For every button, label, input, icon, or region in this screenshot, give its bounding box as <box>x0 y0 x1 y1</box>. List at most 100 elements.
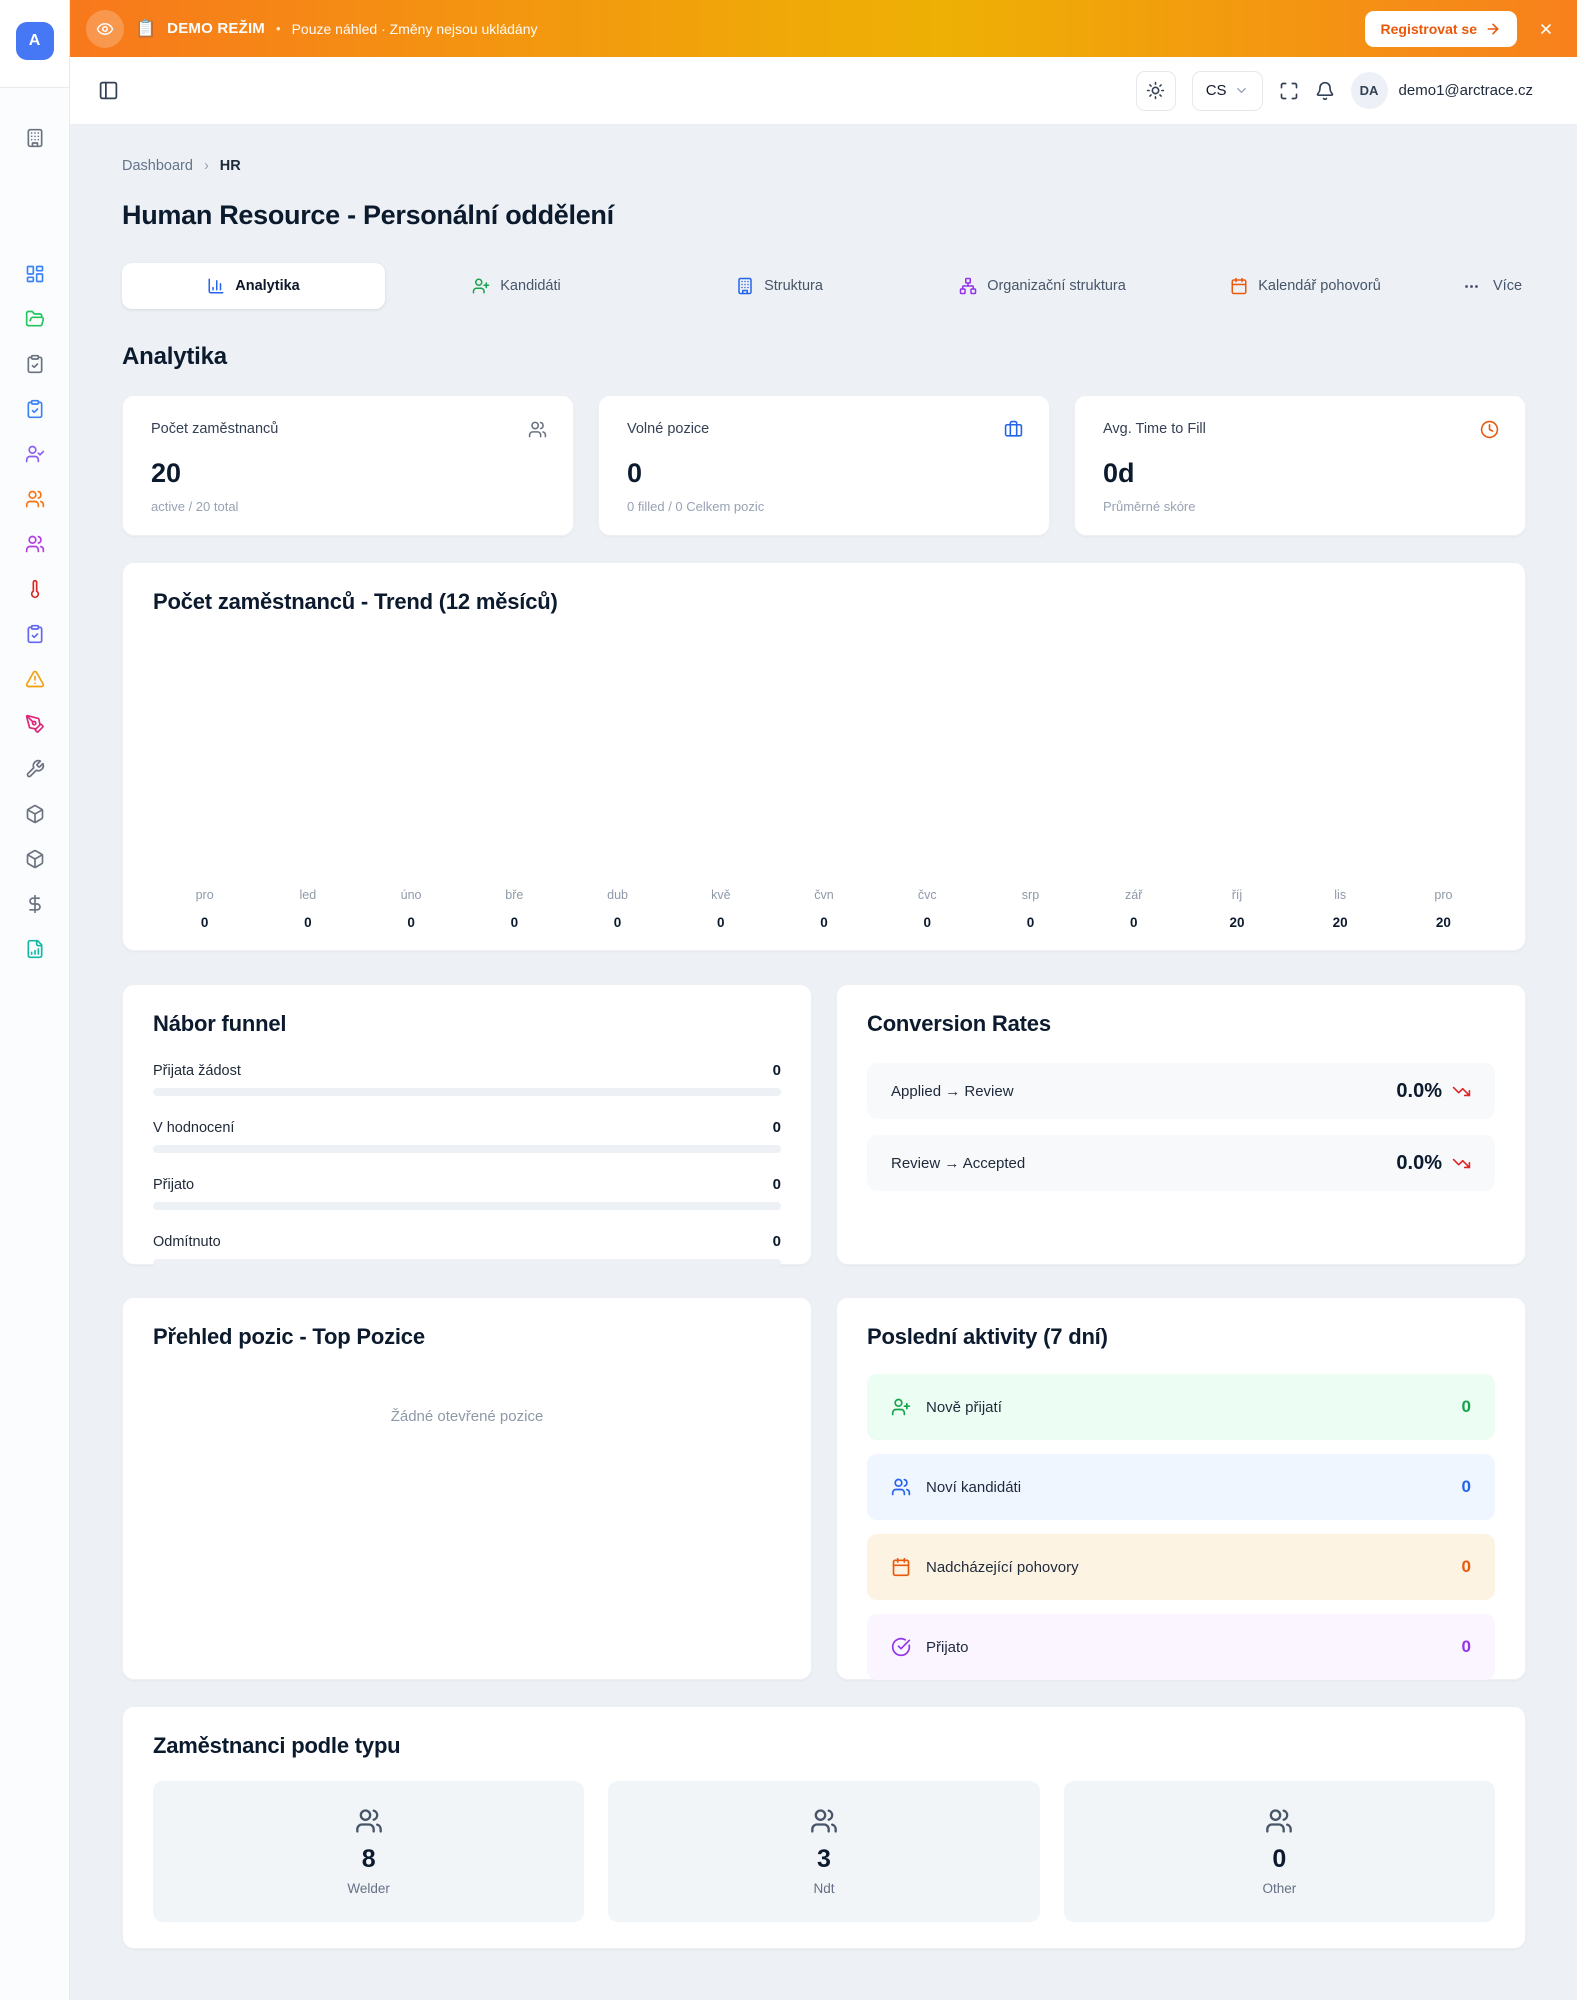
stat-title: Počet zaměstnanců <box>151 421 279 437</box>
clipboard-check-blue-icon[interactable] <box>25 399 45 419</box>
dashboard-grid-icon[interactable] <box>25 264 45 284</box>
tab-kandidati[interactable]: Kandidáti <box>385 263 648 309</box>
activity-row-new-candidates: Noví kandidáti 0 <box>867 1454 1495 1520</box>
conversion-rates-card: Conversion Rates Applied → Review 0.0% R… <box>836 984 1526 1265</box>
app-header: CS DA demo1@arctrace.cz <box>70 57 1577 125</box>
stat-card-open-positions: Volné pozice 0 0 filled / 0 Celkem pozic <box>598 395 1050 536</box>
tab-analytika[interactable]: Analytika <box>122 263 385 309</box>
stat-value: 20 <box>151 458 182 488</box>
tab-more[interactable]: Více <box>1437 263 1526 309</box>
users-icon <box>355 1807 383 1835</box>
thermometer-icon[interactable] <box>25 579 45 599</box>
employees-by-type-title: Zaměstnanci podle typu <box>153 1733 401 1758</box>
stat-value: 0 <box>627 458 643 488</box>
users-icon <box>891 1477 911 1497</box>
conversion-row: Review → Accepted 0.0% <box>867 1135 1495 1191</box>
users-icon <box>1265 1807 1293 1835</box>
user-plus-icon <box>473 278 490 294</box>
user-check-icon[interactable] <box>25 444 45 464</box>
clipboard-check-indigo-icon[interactable] <box>25 624 45 644</box>
demo-banner: 📋 DEMO REŽIM • Pouze náhled · Změny nejs… <box>70 0 1577 57</box>
breadcrumb-current: HR <box>219 158 241 174</box>
tab-bar: Analytika Kandidáti Struktura Organizačn… <box>122 263 1526 309</box>
users-orange-icon[interactable] <box>25 489 45 509</box>
activity-row-accepted: Přijato 0 <box>867 1614 1495 1680</box>
stat-card-time-to-fill: Avg. Time to Fill 0d Průměrné skóre <box>1074 395 1526 536</box>
conversion-title: Conversion Rates <box>867 1011 1051 1036</box>
app-logo[interactable]: A <box>15 22 54 60</box>
trending-down-icon <box>1452 1158 1471 1168</box>
sidebar-logo-area: A <box>0 0 69 88</box>
funnel-row: V hodnocení 0 <box>153 1119 781 1153</box>
breadcrumb-dashboard[interactable]: Dashboard <box>122 158 193 174</box>
banner-close-icon[interactable] <box>1538 21 1554 37</box>
trend-chart-card: Počet zaměstnanců - Trend (12 měsíců) pr… <box>122 562 1526 951</box>
wrench-icon[interactable] <box>25 759 45 779</box>
stat-card-employees: Počet zaměstnanců 20 active / 20 total <box>122 395 574 536</box>
ellipsis-icon <box>1465 284 1478 288</box>
funnel-card: Nábor funnel Přijata žádost 0 V hodnocení… <box>122 984 812 1267</box>
clipboard-check-gray-icon[interactable] <box>25 354 45 374</box>
chart-x-axis: pro led úno bře dub kvě čvn čvc srp zář … <box>195 888 1453 902</box>
sun-icon <box>1146 81 1165 100</box>
dollar-icon[interactable] <box>25 894 45 914</box>
funnel-title: Nábor funnel <box>153 1011 287 1036</box>
user-menu[interactable]: DA demo1@arctrace.cz <box>1350 72 1533 109</box>
tab-kalendar-pohovoru[interactable]: Kalendář pohovorů <box>1174 263 1437 309</box>
building-icon <box>738 277 752 295</box>
language-selector[interactable]: CS <box>1191 70 1263 111</box>
arrow-right-icon <box>1487 23 1499 34</box>
progress-bar <box>153 1202 781 1210</box>
conversion-row: Applied → Review 0.0% <box>867 1063 1495 1119</box>
pen-tool-icon[interactable] <box>25 714 45 734</box>
eye-icon <box>86 9 124 48</box>
section-heading: Analytika <box>122 343 227 370</box>
trending-down-icon <box>1452 1086 1471 1096</box>
chart-title: Počet zaměstnanců - Trend (12 měsíců) <box>153 589 558 614</box>
users-icon <box>528 420 547 439</box>
stat-caption: active / 20 total <box>151 499 239 514</box>
bar-chart-icon <box>208 278 224 294</box>
progress-bar <box>153 1259 781 1267</box>
avatar: DA <box>1350 72 1388 109</box>
theme-toggle-button[interactable] <box>1135 70 1176 111</box>
folder-open-icon[interactable] <box>25 309 45 329</box>
box-icon[interactable] <box>25 849 45 869</box>
top-positions-card: Přehled pozic - Top Pozice Žádné otevřen… <box>122 1297 812 1680</box>
employee-type-tile-other: 0 Other <box>1063 1781 1495 1922</box>
stat-cards: Počet zaměstnanců 20 active / 20 total V… <box>122 395 1526 536</box>
employee-type-tile-welder: 8 Welder <box>153 1781 585 1922</box>
chevron-down-icon <box>1236 88 1246 93</box>
sidebar: A <box>0 0 70 2000</box>
sidebar-toggle-icon[interactable] <box>98 80 119 101</box>
chart-value-labels: 0 0 0 0 0 0 0 0 0 0 20 20 20 <box>200 915 1451 930</box>
stat-title: Avg. Time to Fill <box>1103 421 1206 437</box>
tab-organizacni-struktura[interactable]: Organizační struktura <box>911 263 1174 309</box>
register-button[interactable]: Registrovat se <box>1364 10 1517 47</box>
calendar-icon <box>1231 277 1247 295</box>
users-purple-icon[interactable] <box>25 534 45 554</box>
clock-icon <box>1480 420 1499 439</box>
breadcrumb: Dashboard › HR <box>122 158 1526 174</box>
tab-struktura[interactable]: Struktura <box>648 263 911 309</box>
clipboard-emoji: 📋 <box>135 18 157 38</box>
employee-type-tiles: 8 Welder 3 Ndt 0 Other <box>153 1781 1495 1922</box>
fullscreen-icon[interactable] <box>1279 81 1299 101</box>
stat-caption: 0 filled / 0 Celkem pozic <box>627 499 765 514</box>
file-chart-icon[interactable] <box>25 939 45 959</box>
notifications-bell-icon[interactable] <box>1315 81 1335 101</box>
positions-empty-state: Žádné otevřené pozice <box>390 1408 544 1425</box>
user-plus-icon <box>891 1397 911 1417</box>
banner-subtitle: Pouze náhled · Změny nejsou ukládány <box>291 20 538 37</box>
activity-row-upcoming-interviews: Nadcházející pohovory 0 <box>867 1534 1495 1600</box>
box-icon[interactable] <box>25 804 45 824</box>
funnel-row: Odmítnuto 0 <box>153 1233 781 1267</box>
recent-activities-card: Poslední aktivity (7 dní) Nově přijatí 0… <box>836 1297 1526 1680</box>
positions-title: Přehled pozic - Top Pozice <box>153 1324 425 1349</box>
organization-icon[interactable] <box>0 128 69 148</box>
warning-triangle-icon[interactable] <box>25 669 45 689</box>
org-chart-icon <box>959 277 977 295</box>
stat-value: 0d <box>1103 458 1135 488</box>
activities-title: Poslední aktivity (7 dní) <box>867 1324 1108 1349</box>
briefcase-icon <box>1004 420 1023 439</box>
